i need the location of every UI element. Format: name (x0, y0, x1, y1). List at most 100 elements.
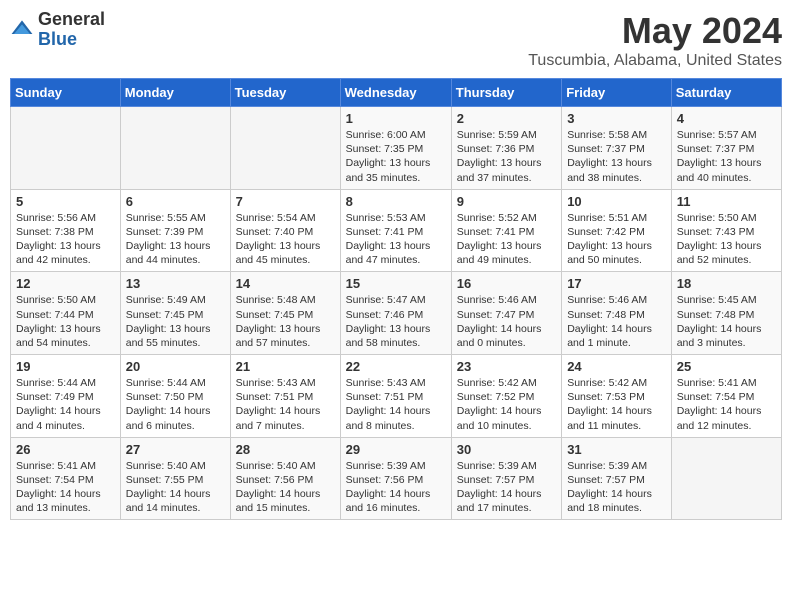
day-detail: Sunrise: 5:44 AM Sunset: 7:50 PM Dayligh… (126, 376, 225, 433)
weekday-header-thursday: Thursday (451, 79, 561, 107)
calendar-cell: 30Sunrise: 5:39 AM Sunset: 7:57 PM Dayli… (451, 437, 561, 520)
calendar-cell: 25Sunrise: 5:41 AM Sunset: 7:54 PM Dayli… (671, 355, 781, 438)
logo-general-text: General (38, 10, 105, 30)
calendar-cell: 16 Sunrise: 5:46 AM Sunset: 7:47 PM Dayli… (451, 272, 561, 355)
day-number: 20 (126, 359, 225, 374)
day-detail: Sunrise: 5:46 AM Sunset: 7:48 PM Dayligh… (567, 293, 666, 350)
weekday-header-tuesday: Tuesday (230, 79, 340, 107)
calendar-cell: 7 Sunrise: 5:54 AM Sunset: 7:40 PM Daylig… (230, 189, 340, 272)
calendar-cell: 9 Sunrise: 5:52 AM Sunset: 7:41 PM Daylig… (451, 189, 561, 272)
day-number: 29 (346, 442, 446, 457)
day-detail: Sunrise: 5:56 AM Sunset: 7:38 PM Dayligh… (16, 211, 115, 268)
day-number: 11 (677, 194, 776, 209)
calendar-cell: 27 Sunrise: 5:40 AM Sunset: 7:55 PM Dayli… (120, 437, 230, 520)
day-number: 23 (457, 359, 556, 374)
day-detail: Sunrise: 5:41 AM Sunset: 7:54 PM Dayligh… (16, 459, 115, 516)
day-detail: Sunrise: 5:43 AM Sunset: 7:51 PM Dayligh… (236, 376, 335, 433)
day-number: 31 (567, 442, 666, 457)
calendar-cell: 12Sunrise: 5:50 AM Sunset: 7:44 PM Dayli… (11, 272, 121, 355)
day-detail: Sunrise: 5:45 AM Sunset: 7:48 PM Dayligh… (677, 293, 776, 350)
day-number: 24 (567, 359, 666, 374)
day-detail: Sunrise: 5:55 AM Sunset: 7:39 PM Dayligh… (126, 211, 225, 268)
day-number: 3 (567, 111, 666, 126)
day-number: 28 (236, 442, 335, 457)
weekday-header-monday: Monday (120, 79, 230, 107)
calendar-cell: 2 Sunrise: 5:59 AM Sunset: 7:36 PM Daylig… (451, 107, 561, 190)
weekday-header-wednesday: Wednesday (340, 79, 451, 107)
day-detail: Sunrise: 5:48 AM Sunset: 7:45 PM Dayligh… (236, 293, 335, 350)
day-detail: Sunrise: 5:50 AM Sunset: 7:44 PM Dayligh… (16, 293, 115, 350)
calendar-cell: 11 Sunrise: 5:50 AM Sunset: 7:43 PM Dayli… (671, 189, 781, 272)
logo-blue-text: Blue (38, 30, 105, 50)
logo: General Blue (10, 10, 105, 50)
calendar-week-2: 5 Sunrise: 5:56 AM Sunset: 7:38 PM Daylig… (11, 189, 782, 272)
calendar-cell: 23Sunrise: 5:42 AM Sunset: 7:52 PM Dayli… (451, 355, 561, 438)
calendar-cell: 14 Sunrise: 5:48 AM Sunset: 7:45 PM Dayli… (230, 272, 340, 355)
day-detail: Sunrise: 5:39 AM Sunset: 7:57 PM Dayligh… (567, 459, 666, 516)
calendar-cell (120, 107, 230, 190)
logo-icon (10, 18, 34, 42)
day-detail: Sunrise: 5:57 AM Sunset: 7:37 PM Dayligh… (677, 128, 776, 185)
day-number: 4 (677, 111, 776, 126)
day-detail: Sunrise: 5:59 AM Sunset: 7:36 PM Dayligh… (457, 128, 556, 185)
day-number: 10 (567, 194, 666, 209)
day-detail: Sunrise: 6:00 AM Sunset: 7:35 PM Dayligh… (346, 128, 446, 185)
calendar-week-4: 19Sunrise: 5:44 AM Sunset: 7:49 PM Dayli… (11, 355, 782, 438)
day-detail: Sunrise: 5:43 AM Sunset: 7:51 PM Dayligh… (346, 376, 446, 433)
day-number: 27 (126, 442, 225, 457)
day-detail: Sunrise: 5:40 AM Sunset: 7:55 PM Dayligh… (126, 459, 225, 516)
day-number: 25 (677, 359, 776, 374)
calendar-cell: 29Sunrise: 5:39 AM Sunset: 7:56 PM Dayli… (340, 437, 451, 520)
day-number: 8 (346, 194, 446, 209)
day-number: 18 (677, 276, 776, 291)
day-number: 7 (236, 194, 335, 209)
day-detail: Sunrise: 5:46 AM Sunset: 7:47 PM Dayligh… (457, 293, 556, 350)
day-number: 19 (16, 359, 115, 374)
day-number: 6 (126, 194, 225, 209)
day-detail: Sunrise: 5:50 AM Sunset: 7:43 PM Dayligh… (677, 211, 776, 268)
calendar-table: SundayMondayTuesdayWednesdayThursdayFrid… (10, 78, 782, 520)
weekday-header-saturday: Saturday (671, 79, 781, 107)
location-title: Tuscumbia, Alabama, United States (528, 52, 782, 70)
day-detail: Sunrise: 5:54 AM Sunset: 7:40 PM Dayligh… (236, 211, 335, 268)
calendar-cell: 28 Sunrise: 5:40 AM Sunset: 7:56 PM Dayli… (230, 437, 340, 520)
calendar-week-1: 1 Sunrise: 6:00 AM Sunset: 7:35 PM Daylig… (11, 107, 782, 190)
day-number: 22 (346, 359, 446, 374)
day-detail: Sunrise: 5:42 AM Sunset: 7:53 PM Dayligh… (567, 376, 666, 433)
calendar-cell (11, 107, 121, 190)
weekday-header-sunday: Sunday (11, 79, 121, 107)
calendar-cell: 22 Sunrise: 5:43 AM Sunset: 7:51 PM Dayli… (340, 355, 451, 438)
weekday-header-row: SundayMondayTuesdayWednesdayThursdayFrid… (11, 79, 782, 107)
calendar-cell: 8 Sunrise: 5:53 AM Sunset: 7:41 PM Daylig… (340, 189, 451, 272)
day-number: 2 (457, 111, 556, 126)
day-number: 16 (457, 276, 556, 291)
day-detail: Sunrise: 5:52 AM Sunset: 7:41 PM Dayligh… (457, 211, 556, 268)
day-detail: Sunrise: 5:58 AM Sunset: 7:37 PM Dayligh… (567, 128, 666, 185)
day-detail: Sunrise: 5:49 AM Sunset: 7:45 PM Dayligh… (126, 293, 225, 350)
day-detail: Sunrise: 5:53 AM Sunset: 7:41 PM Dayligh… (346, 211, 446, 268)
calendar-cell: 20 Sunrise: 5:44 AM Sunset: 7:50 PM Dayli… (120, 355, 230, 438)
title-block: May 2024 Tuscumbia, Alabama, United Stat… (528, 10, 782, 70)
day-detail: Sunrise: 5:51 AM Sunset: 7:42 PM Dayligh… (567, 211, 666, 268)
day-number: 1 (346, 111, 446, 126)
day-number: 26 (16, 442, 115, 457)
calendar-cell: 17Sunrise: 5:46 AM Sunset: 7:48 PM Dayli… (562, 272, 672, 355)
calendar-cell: 10 Sunrise: 5:51 AM Sunset: 7:42 PM Dayli… (562, 189, 672, 272)
calendar-cell: 24 Sunrise: 5:42 AM Sunset: 7:53 PM Dayli… (562, 355, 672, 438)
calendar-cell: 31 Sunrise: 5:39 AM Sunset: 7:57 PM Dayli… (562, 437, 672, 520)
weekday-header-friday: Friday (562, 79, 672, 107)
calendar-cell: 19Sunrise: 5:44 AM Sunset: 7:49 PM Dayli… (11, 355, 121, 438)
calendar-cell (230, 107, 340, 190)
calendar-week-3: 12Sunrise: 5:50 AM Sunset: 7:44 PM Dayli… (11, 272, 782, 355)
day-detail: Sunrise: 5:39 AM Sunset: 7:57 PM Dayligh… (457, 459, 556, 516)
calendar-cell: 13Sunrise: 5:49 AM Sunset: 7:45 PM Dayli… (120, 272, 230, 355)
day-number: 5 (16, 194, 115, 209)
month-title: May 2024 (528, 10, 782, 52)
day-number: 21 (236, 359, 335, 374)
day-detail: Sunrise: 5:40 AM Sunset: 7:56 PM Dayligh… (236, 459, 335, 516)
calendar-cell: 26 Sunrise: 5:41 AM Sunset: 7:54 PM Dayli… (11, 437, 121, 520)
day-number: 15 (346, 276, 446, 291)
day-number: 14 (236, 276, 335, 291)
calendar-cell (671, 437, 781, 520)
day-number: 9 (457, 194, 556, 209)
